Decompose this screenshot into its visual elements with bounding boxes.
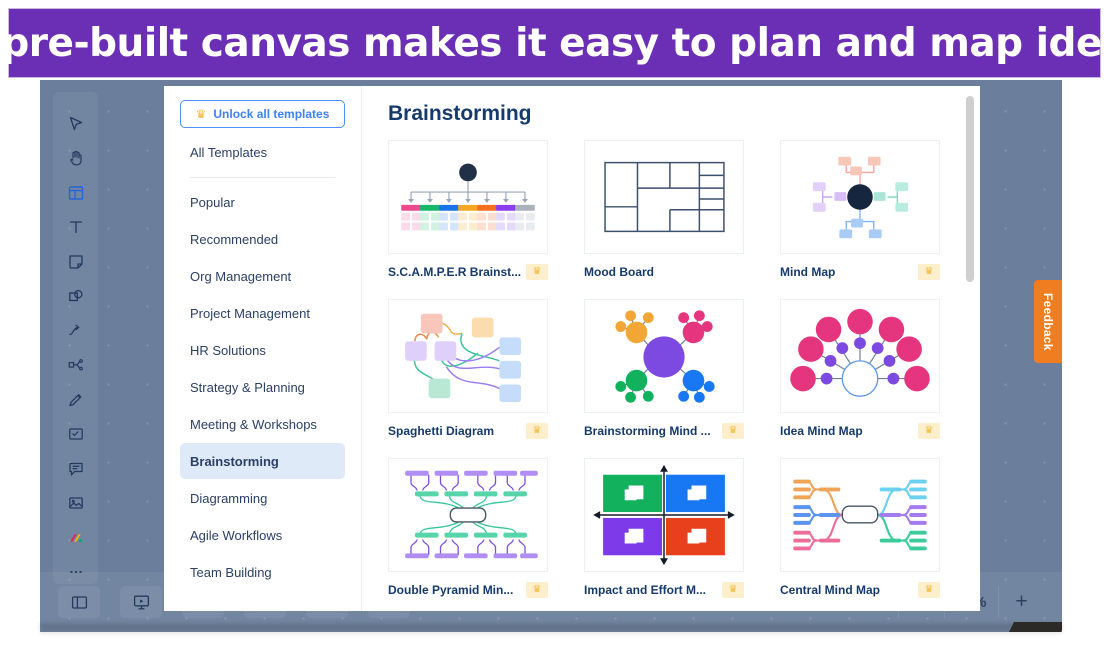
- template-card-footer: Mood Board ♛: [584, 263, 744, 281]
- templates-content: Brainstorming S.C.A.M.P.E.R Brainst... ♛…: [362, 86, 980, 611]
- sidebar-item-team-building[interactable]: Team Building: [180, 554, 345, 590]
- template-card[interactable]: Central Mind Map ♛: [780, 458, 940, 599]
- template-title: Double Pyramid Min...: [388, 583, 514, 597]
- crown-icon: ♛: [924, 584, 934, 595]
- premium-badge: ♛: [526, 264, 548, 280]
- template-title: S.C.A.M.P.E.R Brainst...: [388, 265, 522, 279]
- template-card-footer: Impact and Effort M... ♛: [584, 581, 744, 599]
- feedback-tab[interactable]: Feedback: [1034, 280, 1062, 363]
- crown-icon: ♛: [924, 425, 934, 436]
- template-thumbnail-scamper: [388, 140, 548, 254]
- crown-icon: ♛: [532, 266, 542, 277]
- template-card-footer: Double Pyramid Min... ♛: [388, 581, 548, 599]
- template-thumbnail-mindmap: [780, 140, 940, 254]
- template-card[interactable]: Idea Mind Map ♛: [780, 299, 940, 440]
- templates-sidebar: ♛ Unlock all templates All Templates Pop…: [164, 86, 362, 611]
- feedback-label: Feedback: [1041, 292, 1055, 351]
- select-cursor-icon[interactable]: [60, 112, 91, 136]
- task-card-icon[interactable]: [60, 423, 91, 447]
- sidebar-divider: [190, 177, 335, 178]
- panel-toggle-icon[interactable]: [58, 586, 100, 618]
- template-card-footer: Idea Mind Map ♛: [780, 422, 940, 440]
- crown-icon: ♛: [924, 266, 934, 277]
- premium-badge: ♛: [526, 582, 548, 598]
- image-icon[interactable]: [60, 492, 91, 516]
- pen-icon[interactable]: [60, 388, 91, 412]
- flowchart-icon[interactable]: [60, 354, 91, 378]
- sidebar-item-all-templates[interactable]: All Templates: [180, 134, 345, 170]
- sidebar-item-brainstorming[interactable]: Brainstorming: [180, 443, 345, 479]
- promo-banner: A pre-built canvas makes it easy to plan…: [0, 8, 1109, 78]
- unlock-all-templates-button[interactable]: ♛ Unlock all templates: [180, 100, 345, 128]
- sidebar-item-meeting-workshops[interactable]: Meeting & Workshops: [180, 406, 345, 442]
- template-title: Brainstorming Mind ...: [584, 424, 711, 438]
- shapes-icon[interactable]: [60, 285, 91, 309]
- crown-icon: ♛: [532, 584, 542, 595]
- presentation-icon[interactable]: [120, 586, 162, 618]
- comment-icon[interactable]: [60, 457, 91, 481]
- crown-icon: ♛: [532, 425, 542, 436]
- apps-icon[interactable]: [60, 526, 91, 550]
- template-thumbnail-double-pyramid: [388, 458, 548, 572]
- template-title: Spaghetti Diagram: [388, 424, 495, 438]
- crown-icon: ♛: [728, 584, 738, 595]
- promo-banner-text: A pre-built canvas makes it easy to plan…: [0, 20, 1109, 66]
- premium-badge: ♛: [918, 582, 940, 598]
- templates-grid: S.C.A.M.P.E.R Brainst... ♛ Mood Board Mi…: [388, 140, 980, 599]
- template-card-footer: Mind Map ♛: [780, 263, 940, 281]
- unlock-all-templates-label: Unlock all templates: [213, 107, 330, 121]
- template-title: Mood Board: [584, 265, 654, 279]
- template-thumbnail-moodboard: [584, 140, 744, 254]
- template-thumbnail-central-mindmap: [780, 458, 940, 572]
- text-icon[interactable]: [60, 216, 91, 240]
- template-card-footer: S.C.A.M.P.E.R Brainst... ♛: [388, 263, 548, 281]
- template-card-footer: Central Mind Map ♛: [780, 581, 940, 599]
- sidebar-item-org-management[interactable]: Org Management: [180, 258, 345, 294]
- page-tear-corner: [1006, 622, 1062, 632]
- hand-pan-icon[interactable]: [60, 147, 91, 171]
- template-thumbnail-spaghetti: [388, 299, 548, 413]
- template-card[interactable]: S.C.A.M.P.E.R Brainst... ♛: [388, 140, 548, 281]
- premium-badge: ♛: [722, 423, 744, 439]
- sidebar-item-strategy-planning[interactable]: Strategy & Planning: [180, 369, 345, 405]
- sidebar-item-recommended[interactable]: Recommended: [180, 221, 345, 257]
- premium-badge: ♛: [526, 423, 548, 439]
- template-title: Idea Mind Map: [780, 424, 863, 438]
- sidebar-item-hr-solutions[interactable]: HR Solutions: [180, 332, 345, 368]
- sidebar-item-diagramming[interactable]: Diagramming: [180, 480, 345, 516]
- template-thumbnail-brainstorm-mindmap: [584, 299, 744, 413]
- template-title: Mind Map: [780, 265, 836, 279]
- left-toolbar: [53, 92, 98, 584]
- sidebar-item-agile-workflows[interactable]: Agile Workflows: [180, 517, 345, 553]
- template-card-footer: Spaghetti Diagram ♛: [388, 422, 548, 440]
- sidebar-item-popular[interactable]: Popular: [180, 184, 345, 220]
- zoom-in-button[interactable]: +: [998, 586, 1044, 618]
- template-card-footer: Brainstorming Mind ... ♛: [584, 422, 744, 440]
- template-card[interactable]: Mind Map ♛: [780, 140, 940, 281]
- template-thumbnail-impact-effort: [584, 458, 744, 572]
- premium-badge: ♛: [918, 423, 940, 439]
- crown-icon: ♛: [728, 425, 738, 436]
- premium-badge: ♛: [722, 582, 744, 598]
- template-title: Impact and Effort M...: [584, 583, 707, 597]
- sidebar-item-project-management[interactable]: Project Management: [180, 295, 345, 331]
- whiteboard-app-window: − 47% + ♛ Unlock all templates All Templ…: [40, 80, 1062, 632]
- template-icon[interactable]: [60, 181, 91, 205]
- crown-icon: ♛: [195, 107, 207, 121]
- sticky-note-icon[interactable]: [60, 250, 91, 274]
- page-title: Brainstorming: [388, 102, 532, 125]
- template-card[interactable]: Impact and Effort M... ♛: [584, 458, 744, 599]
- template-card[interactable]: Spaghetti Diagram ♛: [388, 299, 548, 440]
- template-card[interactable]: Brainstorming Mind ... ♛: [584, 299, 744, 440]
- premium-badge: ♛: [918, 264, 940, 280]
- templates-scrollbar[interactable]: [966, 96, 974, 282]
- more-icon[interactable]: [60, 561, 91, 585]
- template-card[interactable]: Double Pyramid Min... ♛: [388, 458, 548, 599]
- template-title: Central Mind Map: [780, 583, 881, 597]
- template-thumbnail-idea-mindmap: [780, 299, 940, 413]
- templates-panel: ♛ Unlock all templates All Templates Pop…: [164, 86, 980, 611]
- template-card[interactable]: Mood Board ♛: [584, 140, 744, 281]
- connector-icon[interactable]: [60, 319, 91, 343]
